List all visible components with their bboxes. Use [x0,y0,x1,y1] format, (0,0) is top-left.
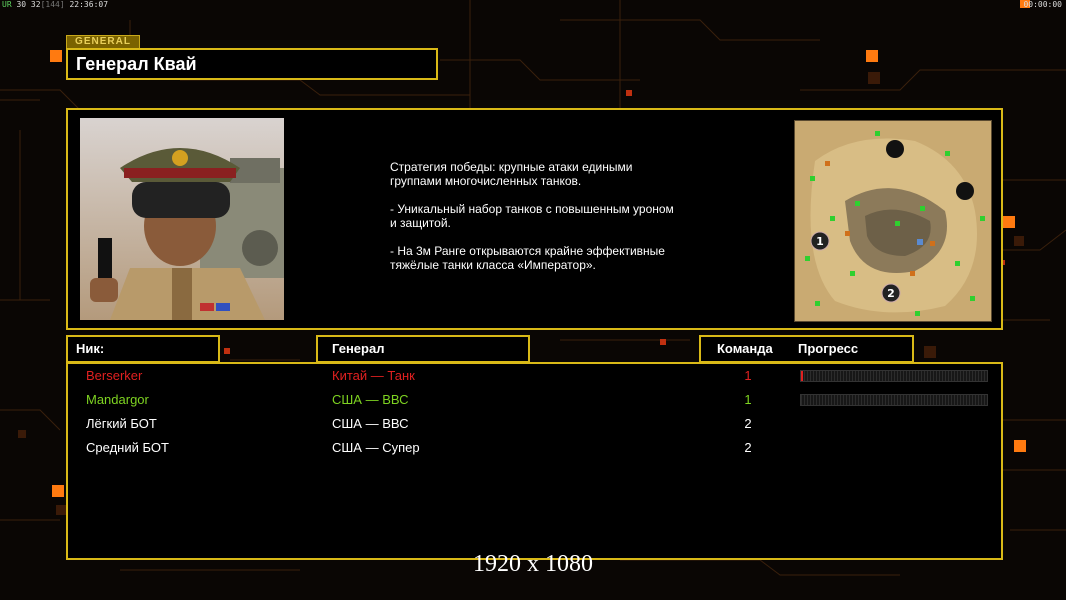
hud-clock: 22:36:07 [69,0,109,9]
general-name: Генерал Квай [76,54,197,74]
general-info-panel: Стратегия победы: крупные атаки едиными … [66,108,1003,330]
player-team: 2 [744,440,752,455]
player-team: 2 [744,416,752,431]
general-portrait [80,118,284,320]
column-header-general-label: Генерал [332,341,385,356]
hud-timer: 00:00:00 [1023,0,1062,9]
player-nick: Средний БОТ [86,440,169,455]
player-general: США — ВВС [332,392,409,407]
resolution-caption: 1920 x 1080 [473,551,593,577]
column-header-progress-label: Прогресс [798,341,859,356]
column-header-team-progress[interactable]: Команда Прогресс [699,335,914,363]
bg-square [50,50,62,62]
column-header-nick[interactable]: Ник: [66,335,220,363]
minimap[interactable]: 1 2 [794,120,992,322]
player-nick: Berserker [86,368,143,383]
player-team: 1 [744,368,752,383]
column-header-team-label: Команда [717,341,773,356]
description-line: Стратегия победы: крупные атаки едиными … [390,160,633,188]
player-nick: Лёгкий БОТ [86,416,157,431]
general-tag: GENERAL [66,35,140,49]
minimap-start-1: 1 [816,235,824,248]
player-row[interactable]: Лёгкий БОТ США — ВВС 2 [68,414,1001,436]
hud-ur-label: UR [2,0,12,9]
description-line: - На 3м Ранге открываются крайне эффекти… [390,244,665,272]
strategy-description: Стратегия победы: крупные атаки едиными … [390,160,720,286]
player-row[interactable]: Berserker Китай — Танк 1 [68,366,1001,388]
column-header-general[interactable]: Генерал [316,335,530,363]
player-progress-bar [800,370,988,382]
minimap-start-2: 2 [887,287,895,300]
player-row[interactable]: Средний БОТ США — Супер 2 [68,438,1001,460]
player-team: 1 [744,392,752,407]
player-nick: Mandargor [86,392,149,407]
general-title-box: Генерал Квай [66,48,438,80]
player-general: США — ВВС [332,416,409,431]
player-progress-fill [801,371,803,381]
player-row[interactable]: Mandargor США — ВВС 1 [68,390,1001,412]
player-progress-bar [800,394,988,406]
hud-stats: 30 32 [16,0,41,9]
hud-status-left: UR 30 32[144] 22:36:07 [2,0,108,9]
description-line: - Уникальный набор танков с повышенным у… [390,202,674,230]
player-general: Китай — Танк [332,368,415,383]
player-general: США — Супер [332,440,420,455]
hud-ping: [144] [40,0,65,9]
column-header-nick-label: Ник: [76,341,105,356]
player-list: Berserker Китай — Танк 1 Mandargor США —… [66,362,1003,560]
